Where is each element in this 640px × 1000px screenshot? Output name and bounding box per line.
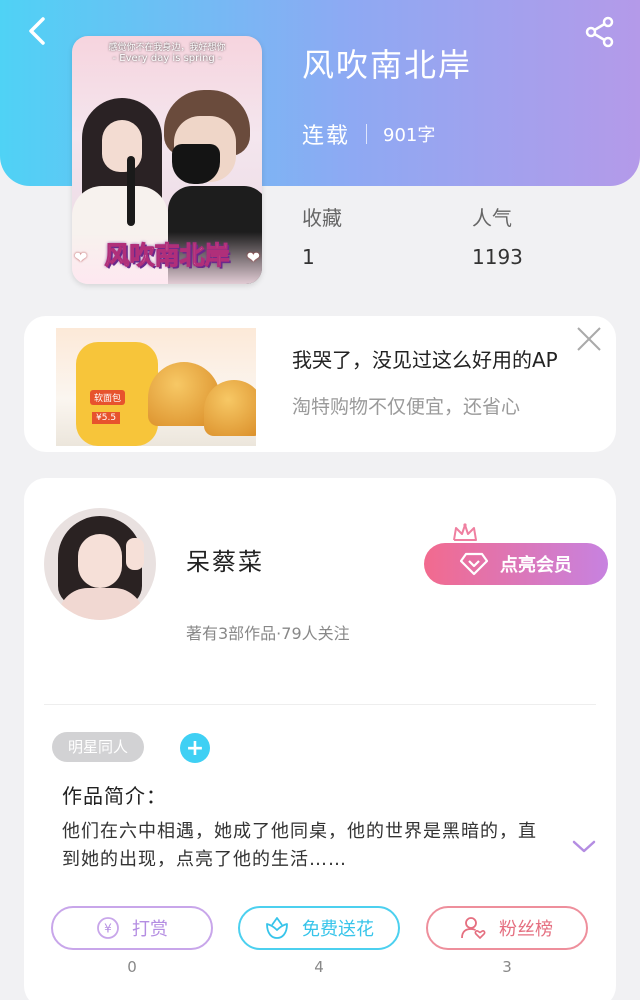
fans-ranking-label: 粉丝榜 xyxy=(499,919,553,940)
ad-package-label: 软面包 xyxy=(90,390,126,405)
avatar-hand xyxy=(126,538,144,570)
vip-button-label: 点亮会员 xyxy=(500,555,572,576)
popularity-stat: 人气 1193 xyxy=(472,202,523,269)
cover-figure-2-mask xyxy=(172,144,220,184)
reward-count: 0 xyxy=(127,958,137,976)
ad-package-price: ¥5.5 xyxy=(92,412,121,424)
divider xyxy=(366,124,368,144)
add-tag-button[interactable]: + xyxy=(180,733,210,763)
popularity-value: 1193 xyxy=(472,245,523,269)
book-cover[interactable]: 感觉你不在我身边，我好想你 - Every day is spring - ❤ … xyxy=(72,36,262,284)
author-meta: 著有3部作品·79人关注 xyxy=(186,624,350,643)
svg-text:¥: ¥ xyxy=(104,922,112,936)
crown-icon xyxy=(453,523,477,541)
avatar[interactable] xyxy=(44,508,156,620)
share-button[interactable] xyxy=(582,14,618,50)
category-tag[interactable]: 明星同人 xyxy=(52,732,145,762)
back-button[interactable] xyxy=(20,14,54,48)
favorites-value: 1 xyxy=(302,245,315,269)
ad-image: 软面包 ¥5.5 xyxy=(56,328,256,446)
favorites-label: 收藏 xyxy=(302,206,342,230)
share-icon xyxy=(585,16,614,48)
avatar-body xyxy=(58,588,144,620)
user-heart-icon xyxy=(461,916,487,940)
cover-figure-face xyxy=(102,120,142,172)
cover-title-art: 风吹南北岸 xyxy=(104,241,230,271)
book-title: 风吹南北岸 xyxy=(302,46,473,84)
send-flower-button[interactable]: 免费送花 xyxy=(238,906,400,950)
heart-icon: ❤ xyxy=(246,248,260,267)
plus-icon: + xyxy=(185,735,205,761)
avatar-face xyxy=(78,534,122,588)
author-card: 呆蔡菜 著有3部作品·79人关注 点亮会员 明星同人 + 作品简介： 他们在六中… xyxy=(24,478,616,1000)
cover-microphone xyxy=(127,156,135,226)
ad-banner[interactable]: 软面包 ¥5.5 我哭了，没见过这么好用的AP 淘特购物不仅便宜，还省心 xyxy=(24,316,616,452)
word-count: 901字 xyxy=(383,125,436,146)
author-name[interactable]: 呆蔡菜 xyxy=(186,542,264,577)
flower-icon xyxy=(264,916,290,940)
coin-icon: ¥ xyxy=(96,916,120,940)
book-status-row: 连载 901字 xyxy=(302,118,435,150)
close-icon[interactable] xyxy=(574,324,604,354)
divider xyxy=(44,704,596,705)
reward-label: 打赏 xyxy=(132,919,168,940)
send-flower-label: 免费送花 xyxy=(302,919,374,940)
favorites-stat: 收藏 1 xyxy=(302,202,342,269)
reward-button[interactable]: ¥ 打赏 xyxy=(51,906,213,950)
cover-subcaption: - Every day is spring - xyxy=(112,53,222,64)
intro-text: 他们在六中相遇，她成了他同桌，他的世界是黑暗的，直到她的出现，点亮了他的生活…… xyxy=(62,821,537,870)
vip-button[interactable]: 点亮会员 xyxy=(424,543,608,585)
chevron-left-icon xyxy=(29,17,45,45)
ad-subtitle: 淘特购物不仅便宜，还省心 xyxy=(292,396,521,418)
flower-count: 4 xyxy=(314,958,324,976)
serial-status: 连载 xyxy=(302,124,351,149)
popularity-label: 人气 xyxy=(472,206,512,230)
chevron-down-icon[interactable] xyxy=(570,838,598,856)
fans-count: 3 xyxy=(502,958,512,976)
diamond-icon xyxy=(460,552,488,576)
fans-ranking-button[interactable]: 粉丝榜 xyxy=(426,906,588,950)
intro-label: 作品简介： xyxy=(62,784,167,808)
ad-bread xyxy=(204,380,256,436)
ad-title: 我哭了，没见过这么好用的AP xyxy=(292,348,558,372)
cover-caption: 感觉你不在我身边，我好想你 xyxy=(108,43,226,53)
